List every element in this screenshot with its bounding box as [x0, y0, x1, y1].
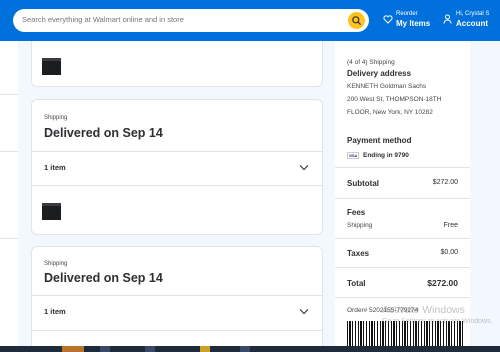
- search-button[interactable]: [348, 12, 365, 29]
- heart-list-icon: [383, 15, 393, 24]
- shipment-status-title: Delivered on Sep 14: [44, 271, 163, 285]
- activate-windows-hint: Go to Settings to activate Windows.: [382, 318, 493, 325]
- address-line: 200 West St, THOMPSON-18TH: [347, 96, 442, 103]
- shipment-card-partial: [31, 41, 323, 87]
- left-panel-divider: [0, 151, 18, 152]
- divider: [335, 267, 470, 268]
- reorder-label: Reorder: [396, 11, 418, 17]
- divider: [335, 167, 470, 168]
- subtotal-label: Subtotal: [347, 179, 379, 188]
- shipment-type-label: Shipping: [44, 261, 68, 267]
- divider: [335, 238, 470, 239]
- taxes-label: Taxes: [347, 249, 370, 258]
- item-list-toggle[interactable]: 1 item: [32, 152, 322, 185]
- shipping-fee-value: Free: [443, 222, 458, 229]
- shipment-card: Shipping Delivered on Sep 14 1 item: [31, 246, 323, 352]
- address-line: KENNETH Goldman Sachs: [347, 83, 427, 90]
- shipment-status-title: Delivered on Sep 14: [44, 126, 163, 140]
- taskbar-app-icon[interactable]: [145, 346, 155, 352]
- address-line: FLOOR, New York, NY 10282: [347, 109, 433, 116]
- account-greeting: Hi, Crystal S: [456, 11, 490, 17]
- product-thumbnail[interactable]: [40, 55, 64, 77]
- shipment-card: Shipping Delivered on Sep 14 1 item: [31, 99, 323, 235]
- total-label: Total: [347, 279, 366, 288]
- taxes-value: $0.00: [440, 249, 458, 256]
- my-items-label: My Items: [396, 19, 431, 28]
- divider: [32, 185, 322, 186]
- divider: [335, 297, 470, 298]
- search-input[interactable]: Search everything at Walmart online and …: [22, 15, 184, 24]
- card-ending: Ending in 9790: [363, 152, 409, 159]
- account-label: Account: [456, 19, 488, 28]
- item-count: 1 item: [44, 307, 66, 316]
- taskbar-app-icon[interactable]: [100, 346, 110, 352]
- subtotal-value: $272.00: [432, 179, 458, 186]
- left-panel-divider: [0, 238, 18, 239]
- delivery-address-heading: Delivery address: [347, 69, 412, 78]
- search-bar[interactable]: Search everything at Walmart online and …: [13, 9, 369, 32]
- divider: [335, 198, 470, 199]
- payment-method-heading: Payment method: [347, 136, 412, 145]
- chevron-down-icon: [299, 309, 309, 315]
- card-brand-label: VISA: [349, 154, 358, 158]
- top-header: Search everything at Walmart online and …: [0, 0, 500, 41]
- activate-windows-watermark: Activate Windows: [382, 304, 465, 316]
- order-summary-panel: (4 of 4) Shipping Delivery address KENNE…: [335, 41, 470, 346]
- visa-card-icon: VISA: [347, 152, 359, 159]
- item-count: 1 item: [44, 163, 66, 172]
- shipping-fee-label: Shipping: [347, 222, 373, 229]
- taskbar-app-icon[interactable]: [62, 346, 84, 352]
- item-list-toggle[interactable]: 1 item: [32, 296, 322, 329]
- taskbar-app-icon[interactable]: [200, 346, 210, 352]
- total-value: $272.00: [427, 278, 458, 288]
- product-thumbnail[interactable]: [40, 200, 64, 222]
- shipment-type-label: Shipping: [44, 115, 68, 121]
- taskbar: [0, 346, 500, 352]
- left-panel-divider: [0, 94, 18, 95]
- taskbar-app-icon[interactable]: [240, 346, 250, 352]
- chevron-down-icon: [299, 165, 309, 171]
- user-icon: [443, 14, 452, 24]
- divider: [32, 330, 322, 331]
- search-icon: [352, 16, 361, 25]
- shipping-count: (4 of 4) Shipping: [347, 59, 395, 66]
- fees-heading: Fees: [347, 208, 366, 217]
- left-panel: [0, 41, 18, 346]
